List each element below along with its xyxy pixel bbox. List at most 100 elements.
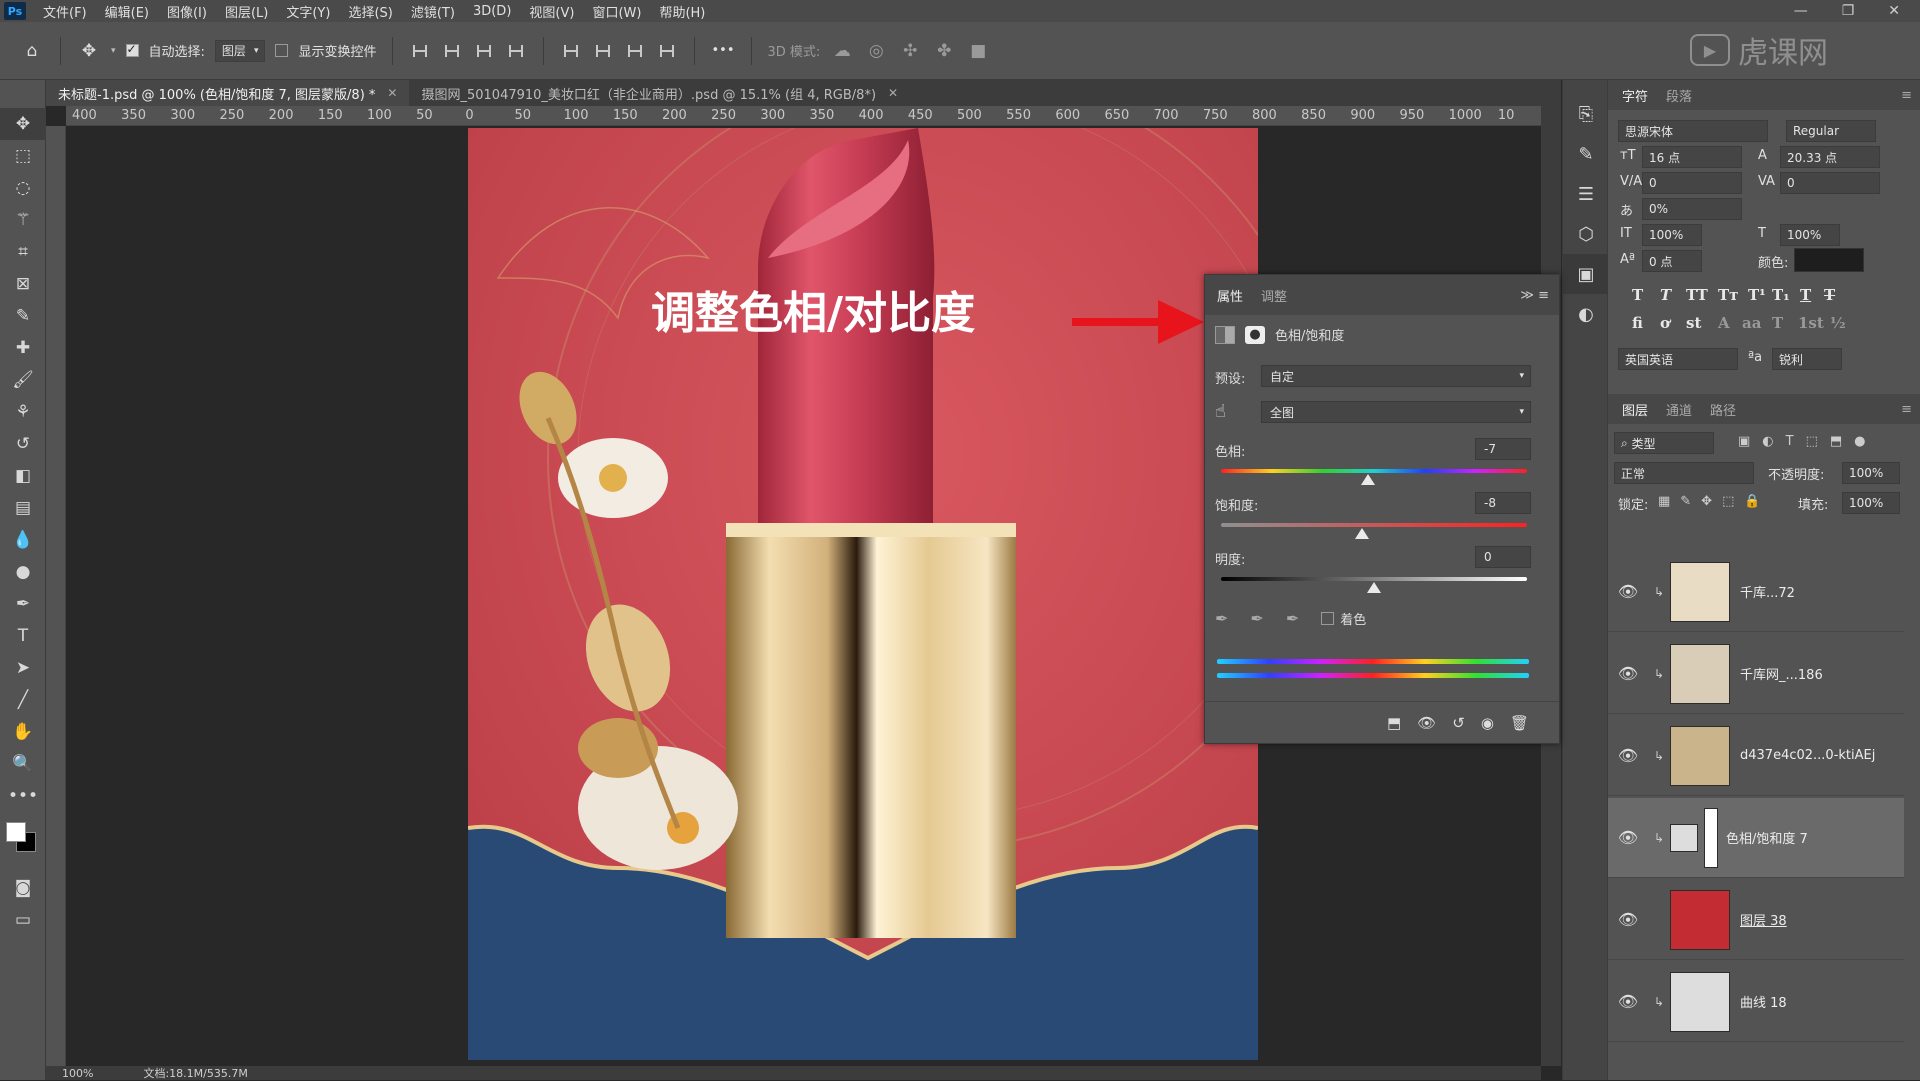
distribute-vertical-icon[interactable] [656, 41, 678, 61]
dodge-tool-icon[interactable]: ● [0, 556, 46, 588]
align-top-icon[interactable] [560, 41, 582, 61]
menu-type[interactable]: 文字(Y) [277, 2, 339, 21]
eyedropper-icon[interactable]: ✒ [1215, 609, 1228, 628]
vertical-scale-field[interactable]: 100% [1642, 224, 1702, 246]
ordinals-icon[interactable]: 1st [1798, 314, 1824, 332]
brush-settings-icon[interactable]: ✎ [1563, 134, 1609, 174]
3d-slide-icon[interactable]: ✤ [932, 39, 956, 63]
blend-mode-dropdown[interactable]: 正常 [1614, 462, 1754, 484]
language-dropdown[interactable]: 英国英语 [1618, 348, 1738, 370]
lightness-input[interactable]: 0 [1475, 546, 1531, 568]
gradient-tool-icon[interactable]: ▤ [0, 492, 46, 524]
menu-window[interactable]: 窗口(W) [583, 2, 650, 21]
3d-camera-icon[interactable]: ■ [966, 39, 990, 63]
leading-field[interactable]: 20.33 点 [1780, 146, 1880, 168]
lock-icons[interactable]: ▦✎✥⬚🔒 [1658, 494, 1771, 509]
reset-icon[interactable]: ↺ [1452, 714, 1465, 732]
layer-filter-dropdown[interactable]: ⌕ 类型 [1614, 432, 1714, 454]
channel-dropdown[interactable]: 全图 ▾ [1261, 401, 1531, 423]
layer-row[interactable]: 👁 ↳ 千库...72 [1608, 552, 1904, 632]
lightness-slider-thumb[interactable] [1367, 582, 1381, 593]
maximize-button[interactable]: ❐ [1842, 3, 1855, 19]
3d-cube-icon[interactable]: ⬡ [1563, 214, 1609, 254]
align-right-icon[interactable] [473, 41, 495, 61]
ornaments-icon[interactable]: T [1772, 314, 1783, 332]
font-size-field[interactable]: 16 点 [1642, 146, 1742, 168]
3d-drag-icon[interactable]: ✣ [898, 39, 922, 63]
adjustment-layer-icon[interactable] [1215, 325, 1235, 344]
fractions-icon[interactable]: ½ [1830, 314, 1846, 332]
layer-row[interactable]: 👁 ↳ 千库网_...186 [1608, 634, 1904, 714]
tab-adjustments[interactable]: 调整 [1261, 286, 1287, 305]
eyedropper-plus-icon[interactable]: ✒ [1250, 609, 1263, 628]
menu-edit[interactable]: 编辑(E) [96, 2, 158, 21]
subscript-icon[interactable]: T₁ [1772, 286, 1790, 304]
horizontal-scale-field[interactable]: 100% [1780, 224, 1840, 246]
layer-name[interactable]: 色相/饱和度 7 [1726, 828, 1808, 847]
colorize-checkbox[interactable] [1321, 612, 1335, 625]
old-style-icon[interactable]: ơ [1660, 314, 1670, 332]
document-info[interactable]: 文档:18.1M/535.7M [143, 1065, 247, 1081]
eye-icon[interactable]: 👁 [1608, 582, 1648, 601]
blur-tool-icon[interactable]: 💧 [0, 524, 46, 556]
faux-italic-icon[interactable]: T [1660, 286, 1671, 304]
eye-icon[interactable]: 👁 [1608, 910, 1648, 929]
foreground-color-swatch-top[interactable] [6, 822, 26, 842]
layer-row-selected[interactable]: 👁 ↳ 色相/饱和度 7 [1608, 798, 1904, 878]
superscript-icon[interactable]: T¹ [1748, 286, 1766, 304]
screen-mode-icon[interactable]: ▭ [0, 904, 46, 936]
fill-field[interactable]: 100% [1842, 492, 1900, 514]
layer-row[interactable]: 👁 ↳ 曲线 18 [1608, 962, 1904, 1042]
align-vcenter-icon[interactable] [592, 41, 614, 61]
text-color-swatch[interactable] [1794, 248, 1864, 272]
all-caps-icon[interactable]: TT [1686, 286, 1708, 304]
home-icon[interactable]: ⌂ [20, 39, 44, 63]
eye-icon[interactable]: 👁 [1608, 992, 1648, 1011]
view-previous-icon[interactable]: 👁 [1417, 714, 1436, 732]
minimize-button[interactable]: — [1794, 3, 1808, 19]
menu-3d[interactable]: 3D(D) [464, 4, 520, 19]
more-options-button[interactable]: ••• [711, 43, 734, 58]
hand-tool-icon[interactable]: ✋ [0, 716, 46, 748]
artboard[interactable]: 调整色相/对比度 [468, 128, 1258, 1060]
history-brush-icon[interactable]: ↺ [0, 428, 46, 460]
tab-properties[interactable]: 属性 [1217, 286, 1243, 305]
titling-icon[interactable]: aa [1742, 314, 1761, 332]
crop-tool-icon[interactable]: ⌗ [0, 236, 46, 268]
menu-layer[interactable]: 图层(L) [216, 2, 277, 21]
hue-input[interactable]: -7 [1475, 438, 1531, 460]
auto-select-checkbox[interactable] [125, 42, 139, 57]
history-icon[interactable]: ⎘ [1563, 94, 1609, 134]
path-select-icon[interactable]: ➤ [0, 652, 46, 684]
hue-slider-track[interactable] [1221, 469, 1527, 473]
lightness-slider-track[interactable] [1221, 577, 1527, 581]
tsume-field[interactable]: 0% [1642, 198, 1742, 220]
menu-filter[interactable]: 滤镜(T) [402, 2, 464, 21]
delete-icon[interactable]: 🗑 [1510, 714, 1529, 732]
eye-icon[interactable]: 👁 [1608, 746, 1648, 765]
layer-row[interactable]: 👁 图层 38 [1608, 880, 1904, 960]
preset-dropdown[interactable]: 自定 ▾ [1261, 365, 1531, 387]
magic-wand-icon[interactable]: ⚚ [0, 204, 46, 236]
eye-icon[interactable]: 👁 [1608, 828, 1648, 847]
panel-menu-icon[interactable]: ≡ [1901, 88, 1912, 103]
layer-name[interactable]: d437e4c02...0-ktiAEj [1740, 748, 1875, 763]
target-adjust-hand-icon[interactable]: ☝ [1215, 401, 1226, 422]
menu-image[interactable]: 图像(I) [158, 2, 216, 21]
menu-help[interactable]: 帮助(H) [650, 2, 714, 21]
align-hcenter-icon[interactable] [441, 41, 463, 61]
close-icon[interactable]: ✕ [387, 86, 397, 100]
eraser-tool-icon[interactable]: ◧ [0, 460, 46, 492]
tab-document-1[interactable]: 未标题-1.psd @ 100% (色相/饱和度 7, 图层蒙版/8) * ✕ [46, 80, 410, 106]
font-style-dropdown[interactable]: Regular [1786, 120, 1876, 142]
layer-row[interactable]: 👁 ↳ d437e4c02...0-ktiAEj [1608, 716, 1904, 796]
strikethrough-icon[interactable]: T [1824, 286, 1835, 304]
clip-to-layer-icon[interactable]: ⬒ [1387, 714, 1401, 732]
frame-tool-icon[interactable]: ⊠ [0, 268, 46, 300]
3d-orbit-icon[interactable]: ☁ [830, 39, 854, 63]
hue-slider-thumb[interactable] [1361, 474, 1376, 485]
zoom-tool-icon[interactable]: 🔍 [0, 748, 46, 780]
mask-icon[interactable]: ● [1245, 325, 1265, 344]
adjustments-icon[interactable]: ☰ [1563, 174, 1609, 214]
eye-icon[interactable]: 👁 [1608, 664, 1648, 683]
